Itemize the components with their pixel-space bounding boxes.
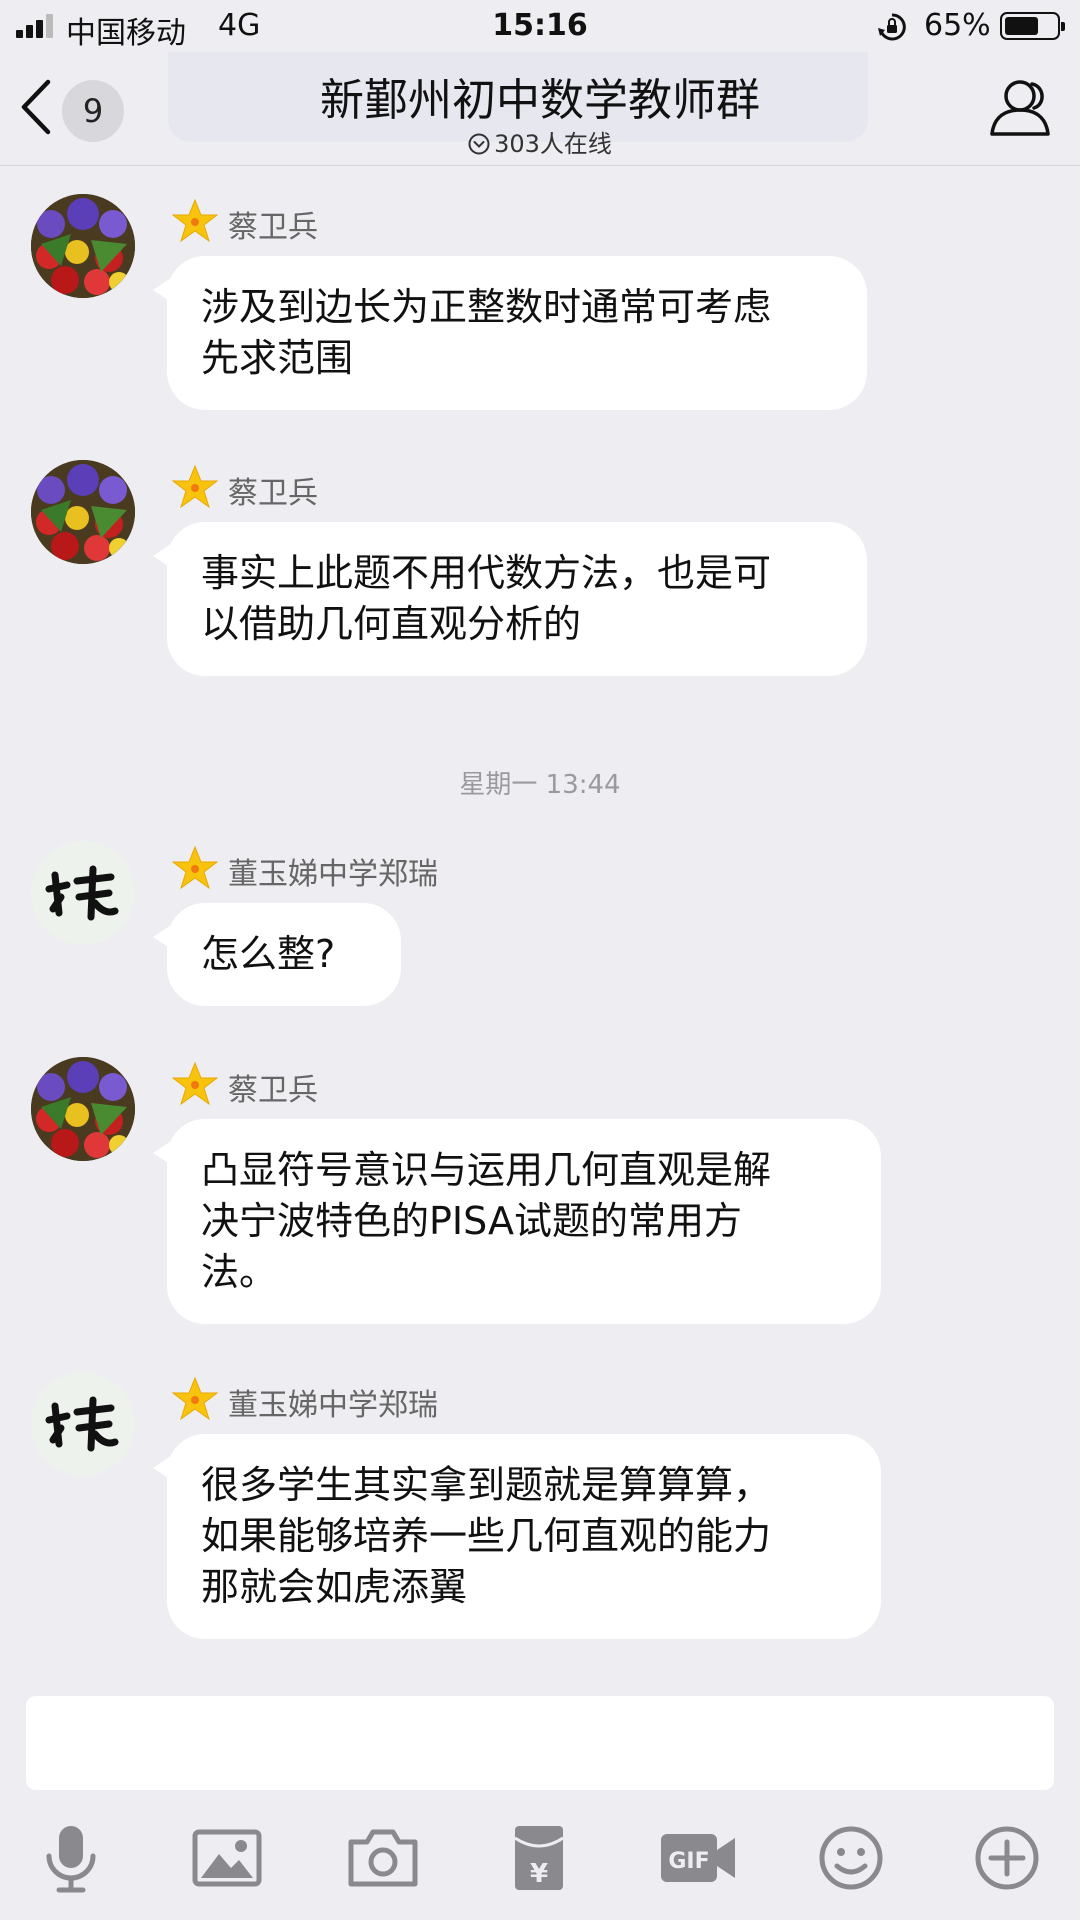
online-count-label: 303人在线 <box>494 130 612 158</box>
message-line: 法。 <box>201 1250 278 1294</box>
orientation-lock-icon <box>878 13 906 41</box>
input-toolbar: ¥ GIF <box>0 1820 1080 1896</box>
emoji-icon <box>819 1826 883 1890</box>
clock: 15:16 <box>492 8 588 43</box>
star-icon <box>172 845 218 890</box>
message-input-box[interactable] <box>26 1696 1054 1790</box>
message-bubble[interactable]: 凸显符号意识与运用几何直观是解 决宁波特色的PISA试题的常用方 法。 <box>153 1119 881 1324</box>
microphone-button[interactable] <box>33 1820 109 1896</box>
flowers-avatar[interactable] <box>31 194 135 298</box>
camera-icon <box>348 1829 418 1887</box>
image-icon <box>192 1829 262 1887</box>
gif-icon: GIF <box>661 1834 735 1882</box>
sender-name: 蔡卫兵 <box>228 1073 318 1108</box>
message-line: 先求范围 <box>201 336 354 380</box>
sender-name: 蔡卫兵 <box>228 476 318 511</box>
message-line: 怎么整? <box>201 932 336 976</box>
flowers-avatar[interactable] <box>31 460 135 564</box>
online-count[interactable]: 303人在线 <box>0 124 1080 159</box>
message-line: 如果能够培养一些几何直观的能力 <box>201 1514 772 1558</box>
camera-button[interactable] <box>345 1820 421 1896</box>
status-bar: 中国移动 4G 15:16 65% <box>0 0 1080 52</box>
message-bubble[interactable]: 事实上此题不用代数方法，也是可 以借助几何直观分析的 <box>153 522 867 676</box>
image-button[interactable] <box>189 1820 265 1896</box>
plus-button[interactable] <box>969 1820 1045 1896</box>
calligraphy-avatar[interactable] <box>31 841 135 945</box>
message-bubble[interactable]: 怎么整? <box>153 903 401 1006</box>
sender-name: 蔡卫兵 <box>228 210 318 245</box>
message-list[interactable]: 蔡卫兵 涉及到边长为正整数时通常可考虑 先求范围 蔡卫兵 事实上此题不用代数方法… <box>0 167 1080 1697</box>
message-line: 涉及到边长为正整数时通常可考虑 <box>201 285 772 329</box>
gif-label: GIF <box>668 1849 709 1874</box>
members-icon[interactable] <box>988 76 1054 138</box>
message-line: 事实上此题不用代数方法，也是可 <box>201 551 772 595</box>
message-line: 以借助几何直观分析的 <box>201 602 582 646</box>
chevron-circle-icon <box>468 133 490 155</box>
star-icon <box>172 198 218 243</box>
message-line: 凸显符号意识与运用几何直观是解 <box>201 1148 772 1192</box>
message-line: 很多学生其实拿到题就是算算算， <box>201 1463 772 1507</box>
star-icon <box>172 1061 218 1106</box>
message-line: 那就会如虎添翼 <box>201 1565 468 1609</box>
red-packet-button[interactable]: ¥ <box>501 1820 577 1896</box>
plus-icon <box>975 1826 1039 1890</box>
message-line: 决宁波特色的PISA试题的常用方 <box>201 1199 742 1243</box>
flowers-avatar[interactable] <box>31 1057 135 1161</box>
emoji-button[interactable] <box>813 1820 889 1896</box>
battery-percent: 65% <box>924 8 991 43</box>
message-bubble[interactable]: 涉及到边长为正整数时通常可考虑 先求范围 <box>153 256 867 410</box>
star-icon <box>172 464 218 509</box>
red-packet-icon: ¥ <box>514 1826 564 1890</box>
calligraphy-avatar[interactable] <box>31 1372 135 1476</box>
sender-name: 董玉娣中学郑瑞 <box>228 1388 438 1423</box>
red-packet-yuan: ¥ <box>530 1859 548 1889</box>
nav-bar: 9 新鄞州初中数学教师群 303人在线 <box>0 52 1080 166</box>
battery-icon <box>1000 12 1065 40</box>
chat-title[interactable]: 新鄞州初中数学教师群 <box>0 64 1080 128</box>
sender-name: 董玉娣中学郑瑞 <box>228 857 438 892</box>
message-input[interactable] <box>26 1696 1054 1790</box>
timestamp-divider: 星期一 13:44 <box>459 770 621 800</box>
star-icon <box>172 1376 218 1421</box>
microphone-icon <box>46 1826 96 1893</box>
gif-button[interactable]: GIF <box>657 1820 741 1896</box>
message-bubble[interactable]: 很多学生其实拿到题就是算算算， 如果能够培养一些几何直观的能力 那就会如虎添翼 <box>153 1434 881 1639</box>
